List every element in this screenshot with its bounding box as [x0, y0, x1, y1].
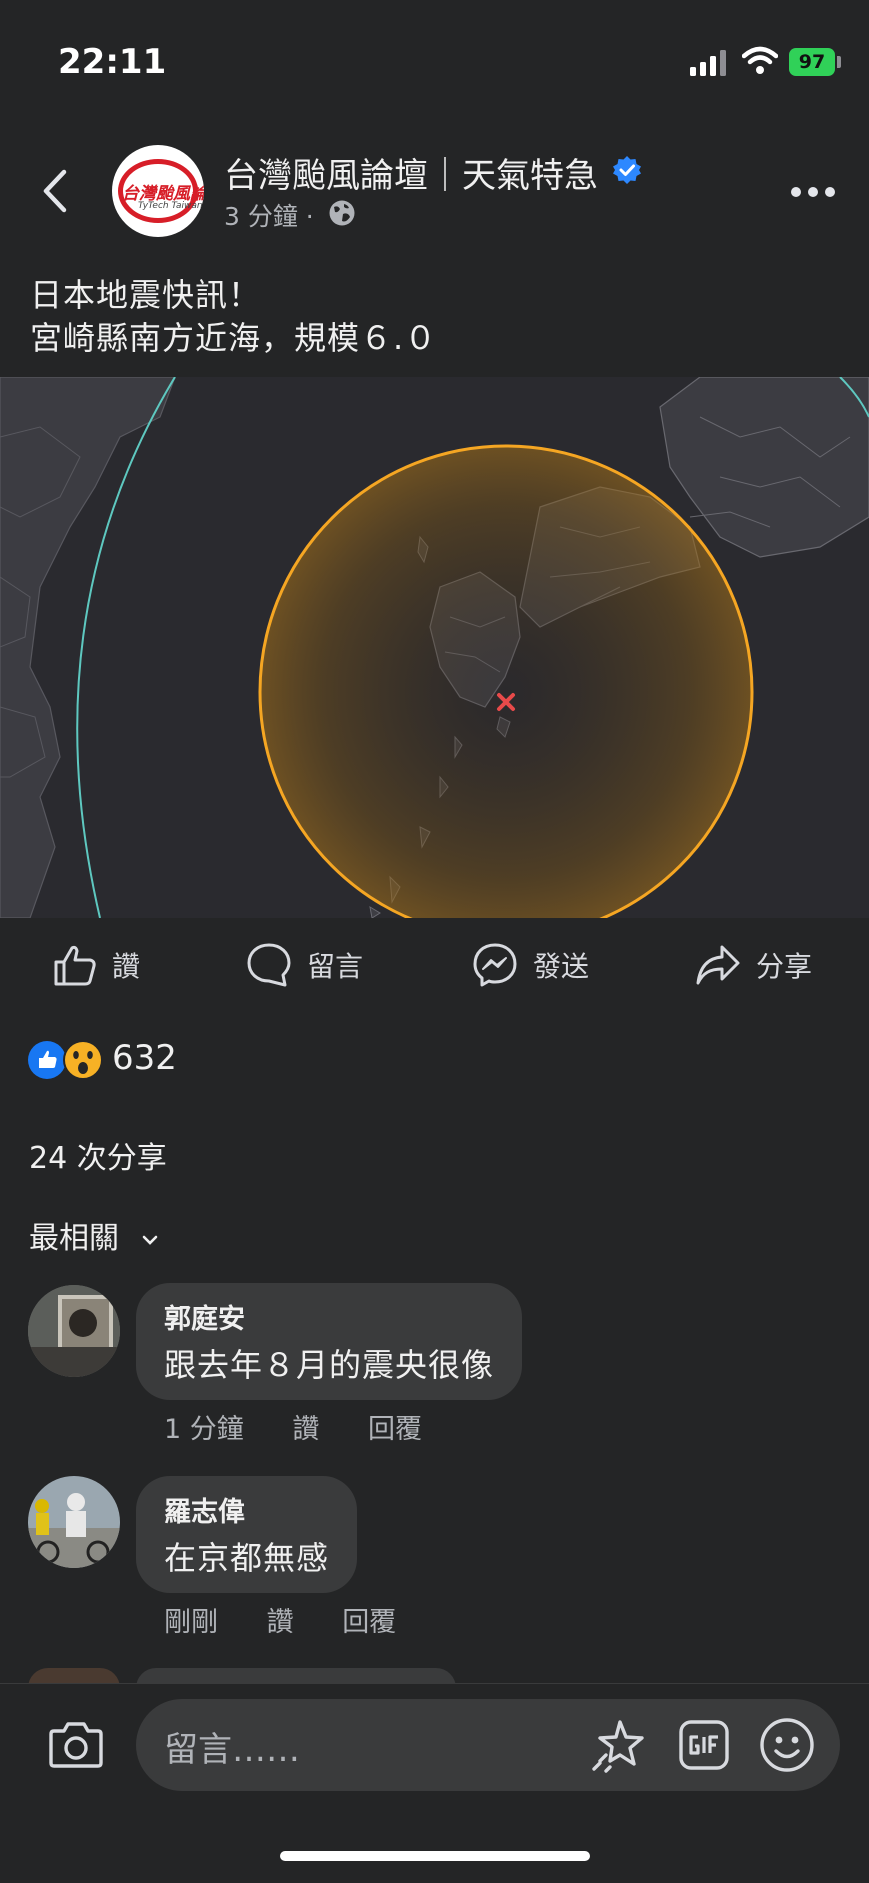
comment-input-placeholder: 留言…… [164, 1730, 300, 1770]
reactions-summary[interactable] [28, 1040, 104, 1084]
globe-icon [329, 200, 355, 226]
messenger-icon [473, 943, 517, 987]
like-label: 讚 [112, 950, 141, 983]
post-text-line-1: 日本地震快訊！ [30, 276, 262, 314]
post-timestamp[interactable]: 3 分鐘 · [224, 197, 314, 233]
camera-icon[interactable] [48, 1719, 104, 1769]
earthquake-map-image[interactable] [0, 377, 869, 918]
send-button[interactable]: 發送 [471, 940, 589, 990]
comment-meta: 剛剛 讚 回覆 [164, 1600, 436, 1639]
thumbs-up-icon [54, 945, 96, 986]
commenter-avatar[interactable] [28, 1285, 120, 1377]
battery-tip [837, 56, 841, 68]
more-options-icon[interactable] [790, 186, 836, 198]
like-button[interactable]: 讚 [52, 940, 140, 990]
chevron-down-icon [142, 1235, 157, 1245]
comment-text: 跟去年８月的震央很像 [164, 1346, 495, 1384]
reaction-icons [28, 1040, 103, 1080]
sort-label: 最相關 [29, 1221, 119, 1256]
logo-subtext: TyTech Taiwan [138, 201, 203, 211]
share-count[interactable]: 24 次分享 [29, 1133, 167, 1177]
avatar-photo [28, 1476, 120, 1568]
emoji-icon[interactable] [758, 1716, 816, 1774]
avatar-photo [28, 1285, 120, 1377]
comment-reply-button[interactable]: 回覆 [342, 1607, 396, 1638]
verified-badge-icon [613, 156, 641, 184]
commenter-avatar[interactable] [28, 1476, 120, 1568]
share-label: 分享 [756, 950, 813, 983]
gif-icon[interactable] [678, 1719, 730, 1771]
page-avatar[interactable]: 台灣颱風論壇 TyTech Taiwan [112, 145, 204, 237]
send-label: 發送 [533, 950, 590, 983]
comment-time[interactable]: 剛剛 [164, 1607, 218, 1638]
comment-bubble-icon [247, 943, 291, 987]
comment-author[interactable]: 郭庭安 [164, 1297, 494, 1336]
back-arrow-icon[interactable] [40, 168, 70, 214]
comment-label: 留言 [307, 950, 364, 983]
status-time: 22:11 [58, 42, 167, 82]
comment-bubble[interactable]: 羅志偉 在京都無感 [136, 1476, 358, 1593]
comment-like-button[interactable]: 讚 [292, 1414, 319, 1445]
map-graphic [0, 377, 869, 918]
comment-meta: 1 分鐘 讚 回覆 [164, 1407, 462, 1446]
post-text: 日本地震快訊！ 宮崎縣南方近海，規模６.０ [30, 274, 437, 360]
avatar-sticker-icon[interactable] [590, 1717, 648, 1775]
comment-bubble[interactable]: 郭庭安 跟去年８月的震央很像 [136, 1283, 523, 1400]
battery-indicator: 97 [789, 48, 835, 76]
wifi-icon [742, 46, 778, 74]
comment-author[interactable]: 羅志偉 [164, 1490, 329, 1529]
comment-button[interactable]: 留言 [245, 940, 363, 990]
post-text-line-2: 宮崎縣南方近海，規模６.０ [30, 319, 438, 357]
comment-like-button[interactable]: 讚 [267, 1607, 294, 1638]
signal-bars-icon [690, 50, 726, 76]
comment-time[interactable]: 1 分鐘 [164, 1414, 244, 1445]
home-indicator[interactable] [280, 1851, 590, 1861]
reaction-count[interactable]: 632 [112, 1038, 177, 1078]
comment-text: 在京都無感 [164, 1539, 330, 1577]
share-button[interactable]: 分享 [694, 940, 812, 990]
share-arrow-icon [696, 945, 740, 985]
comment-reply-button[interactable]: 回覆 [368, 1414, 422, 1445]
comment-sort-dropdown[interactable]: 最相關 [29, 1213, 159, 1257]
page-name[interactable]: 台灣颱風論壇｜天氣特急 [224, 148, 598, 197]
